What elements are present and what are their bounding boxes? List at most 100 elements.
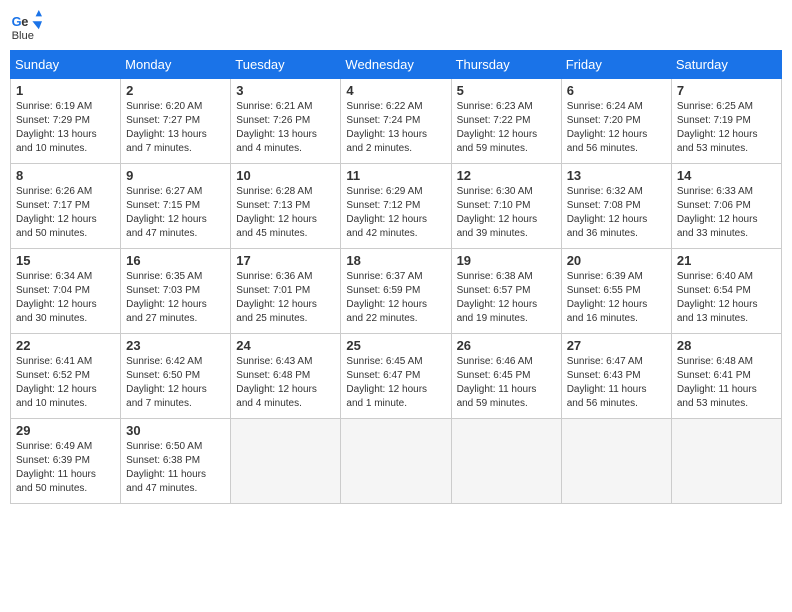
day-cell-8: 8 Sunrise: 6:26 AM Sunset: 7:17 PM Dayli… (11, 164, 121, 249)
day-info: Sunrise: 6:21 AM Sunset: 7:26 PM Dayligh… (236, 100, 335, 156)
day-cell-5: 5 Sunrise: 6:23 AM Sunset: 7:22 PM Dayli… (451, 79, 561, 164)
day-number: 2 (126, 83, 225, 98)
day-cell-14: 14 Sunrise: 6:33 AM Sunset: 7:06 PM Dayl… (671, 164, 781, 249)
day-info: Sunrise: 6:29 AM Sunset: 7:12 PM Dayligh… (346, 185, 445, 241)
day-number: 30 (126, 423, 225, 438)
day-cell-1: 1 Sunrise: 6:19 AM Sunset: 7:29 PM Dayli… (11, 79, 121, 164)
svg-text:e: e (21, 14, 28, 29)
day-cell-20: 20 Sunrise: 6:39 AM Sunset: 6:55 PM Dayl… (561, 249, 671, 334)
day-info: Sunrise: 6:33 AM Sunset: 7:06 PM Dayligh… (677, 185, 776, 241)
calendar-table: SundayMondayTuesdayWednesdayThursdayFrid… (10, 50, 782, 504)
day-cell-15: 15 Sunrise: 6:34 AM Sunset: 7:04 PM Dayl… (11, 249, 121, 334)
day-cell-6: 6 Sunrise: 6:24 AM Sunset: 7:20 PM Dayli… (561, 79, 671, 164)
calendar-week-3: 15 Sunrise: 6:34 AM Sunset: 7:04 PM Dayl… (11, 249, 782, 334)
weekday-header-row: SundayMondayTuesdayWednesdayThursdayFrid… (11, 51, 782, 79)
day-number: 8 (16, 168, 115, 183)
day-number: 10 (236, 168, 335, 183)
empty-cell (341, 419, 451, 504)
day-cell-22: 22 Sunrise: 6:41 AM Sunset: 6:52 PM Dayl… (11, 334, 121, 419)
day-info: Sunrise: 6:37 AM Sunset: 6:59 PM Dayligh… (346, 270, 445, 326)
empty-cell (451, 419, 561, 504)
day-cell-30: 30 Sunrise: 6:50 AM Sunset: 6:38 PM Dayl… (121, 419, 231, 504)
day-number: 16 (126, 253, 225, 268)
day-number: 25 (346, 338, 445, 353)
day-info: Sunrise: 6:35 AM Sunset: 7:03 PM Dayligh… (126, 270, 225, 326)
day-number: 29 (16, 423, 115, 438)
day-number: 24 (236, 338, 335, 353)
day-cell-2: 2 Sunrise: 6:20 AM Sunset: 7:27 PM Dayli… (121, 79, 231, 164)
day-info: Sunrise: 6:42 AM Sunset: 6:50 PM Dayligh… (126, 355, 225, 411)
day-number: 14 (677, 168, 776, 183)
weekday-header-saturday: Saturday (671, 51, 781, 79)
day-cell-23: 23 Sunrise: 6:42 AM Sunset: 6:50 PM Dayl… (121, 334, 231, 419)
day-cell-28: 28 Sunrise: 6:48 AM Sunset: 6:41 PM Dayl… (671, 334, 781, 419)
svg-text:G: G (12, 14, 22, 29)
calendar-week-5: 29 Sunrise: 6:49 AM Sunset: 6:39 PM Dayl… (11, 419, 782, 504)
day-number: 1 (16, 83, 115, 98)
day-info: Sunrise: 6:22 AM Sunset: 7:24 PM Dayligh… (346, 100, 445, 156)
day-number: 19 (457, 253, 556, 268)
svg-text:Blue: Blue (12, 30, 34, 42)
day-cell-24: 24 Sunrise: 6:43 AM Sunset: 6:48 PM Dayl… (231, 334, 341, 419)
day-cell-4: 4 Sunrise: 6:22 AM Sunset: 7:24 PM Dayli… (341, 79, 451, 164)
day-info: Sunrise: 6:47 AM Sunset: 6:43 PM Dayligh… (567, 355, 666, 411)
day-cell-3: 3 Sunrise: 6:21 AM Sunset: 7:26 PM Dayli… (231, 79, 341, 164)
calendar-week-2: 8 Sunrise: 6:26 AM Sunset: 7:17 PM Dayli… (11, 164, 782, 249)
empty-cell (561, 419, 671, 504)
weekday-header-wednesday: Wednesday (341, 51, 451, 79)
day-cell-21: 21 Sunrise: 6:40 AM Sunset: 6:54 PM Dayl… (671, 249, 781, 334)
day-cell-10: 10 Sunrise: 6:28 AM Sunset: 7:13 PM Dayl… (231, 164, 341, 249)
day-number: 6 (567, 83, 666, 98)
day-number: 4 (346, 83, 445, 98)
day-info: Sunrise: 6:27 AM Sunset: 7:15 PM Dayligh… (126, 185, 225, 241)
day-info: Sunrise: 6:32 AM Sunset: 7:08 PM Dayligh… (567, 185, 666, 241)
day-number: 15 (16, 253, 115, 268)
day-info: Sunrise: 6:24 AM Sunset: 7:20 PM Dayligh… (567, 100, 666, 156)
day-info: Sunrise: 6:25 AM Sunset: 7:19 PM Dayligh… (677, 100, 776, 156)
day-info: Sunrise: 6:41 AM Sunset: 6:52 PM Dayligh… (16, 355, 115, 411)
day-cell-16: 16 Sunrise: 6:35 AM Sunset: 7:03 PM Dayl… (121, 249, 231, 334)
day-number: 12 (457, 168, 556, 183)
page-header: G e Blue (10, 10, 782, 42)
day-number: 23 (126, 338, 225, 353)
day-number: 28 (677, 338, 776, 353)
logo-icon: G e Blue (10, 10, 42, 42)
weekday-header-monday: Monday (121, 51, 231, 79)
day-info: Sunrise: 6:30 AM Sunset: 7:10 PM Dayligh… (457, 185, 556, 241)
day-info: Sunrise: 6:38 AM Sunset: 6:57 PM Dayligh… (457, 270, 556, 326)
day-info: Sunrise: 6:20 AM Sunset: 7:27 PM Dayligh… (126, 100, 225, 156)
day-cell-25: 25 Sunrise: 6:45 AM Sunset: 6:47 PM Dayl… (341, 334, 451, 419)
day-cell-7: 7 Sunrise: 6:25 AM Sunset: 7:19 PM Dayli… (671, 79, 781, 164)
day-info: Sunrise: 6:45 AM Sunset: 6:47 PM Dayligh… (346, 355, 445, 411)
day-info: Sunrise: 6:39 AM Sunset: 6:55 PM Dayligh… (567, 270, 666, 326)
day-number: 21 (677, 253, 776, 268)
day-number: 11 (346, 168, 445, 183)
day-number: 20 (567, 253, 666, 268)
logo: G e Blue (10, 10, 46, 42)
day-info: Sunrise: 6:46 AM Sunset: 6:45 PM Dayligh… (457, 355, 556, 411)
day-cell-12: 12 Sunrise: 6:30 AM Sunset: 7:10 PM Dayl… (451, 164, 561, 249)
weekday-header-thursday: Thursday (451, 51, 561, 79)
day-cell-18: 18 Sunrise: 6:37 AM Sunset: 6:59 PM Dayl… (341, 249, 451, 334)
day-number: 22 (16, 338, 115, 353)
calendar-week-1: 1 Sunrise: 6:19 AM Sunset: 7:29 PM Dayli… (11, 79, 782, 164)
day-cell-17: 17 Sunrise: 6:36 AM Sunset: 7:01 PM Dayl… (231, 249, 341, 334)
empty-cell (231, 419, 341, 504)
day-number: 9 (126, 168, 225, 183)
day-info: Sunrise: 6:40 AM Sunset: 6:54 PM Dayligh… (677, 270, 776, 326)
day-cell-9: 9 Sunrise: 6:27 AM Sunset: 7:15 PM Dayli… (121, 164, 231, 249)
calendar-week-4: 22 Sunrise: 6:41 AM Sunset: 6:52 PM Dayl… (11, 334, 782, 419)
day-cell-26: 26 Sunrise: 6:46 AM Sunset: 6:45 PM Dayl… (451, 334, 561, 419)
day-info: Sunrise: 6:50 AM Sunset: 6:38 PM Dayligh… (126, 440, 225, 496)
day-number: 27 (567, 338, 666, 353)
day-info: Sunrise: 6:28 AM Sunset: 7:13 PM Dayligh… (236, 185, 335, 241)
day-number: 18 (346, 253, 445, 268)
weekday-header-tuesday: Tuesday (231, 51, 341, 79)
day-info: Sunrise: 6:49 AM Sunset: 6:39 PM Dayligh… (16, 440, 115, 496)
empty-cell (671, 419, 781, 504)
weekday-header-friday: Friday (561, 51, 671, 79)
day-info: Sunrise: 6:26 AM Sunset: 7:17 PM Dayligh… (16, 185, 115, 241)
day-number: 13 (567, 168, 666, 183)
day-info: Sunrise: 6:19 AM Sunset: 7:29 PM Dayligh… (16, 100, 115, 156)
day-number: 5 (457, 83, 556, 98)
